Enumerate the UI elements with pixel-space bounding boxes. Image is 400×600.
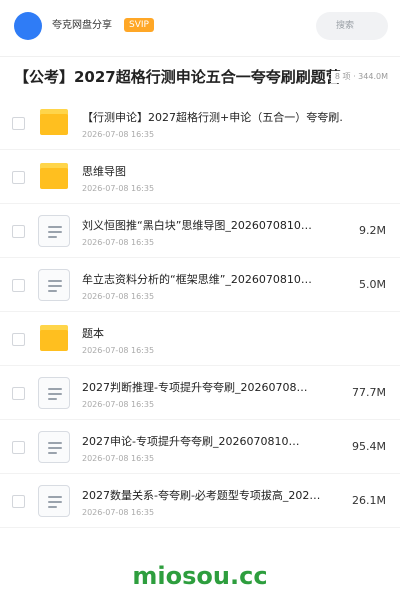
document-icon [38,377,70,409]
row-checkbox[interactable] [12,117,25,130]
file-row[interactable]: 2027数量关系-夸夸刷-必考题型专项拔高_202… 2026-07-08 16… [0,474,400,528]
file-name: 2027数量关系-夸夸刷-必考题型专项拔高_202… [82,489,321,502]
document-icon [38,215,70,247]
share-name: 夸克网盘分享 [52,20,112,31]
file-name: 牟立志资料分析的“框架思维”_2026070810… [82,273,312,286]
document-icon [38,269,70,301]
file-row[interactable]: 牟立志资料分析的“框架思维”_2026070810… 2026-07-08 16… [0,258,400,312]
folder-title-bar: 【公考】2027超格行测申论五合一夸夸刷刷题营 8 项 · 344.0M [0,56,400,96]
file-name: 2027判断推理-专项提升夸夸刷_20260708… [82,381,308,394]
file-size: 26.1M [352,494,386,507]
file-list: 【行测申论】2027超格行测+申论（五合一）夸夸刷… 2026-07-08 16… [0,96,400,528]
file-row[interactable]: 刘义恒图推“黑白块”思维导图_2026070810… 2026-07-08 16… [0,204,400,258]
file-name: 思维导图 [82,165,126,178]
file-row[interactable]: 【行测申论】2027超格行测+申论（五合一）夸夸刷… 2026-07-08 16… [0,96,400,150]
file-date: 2026-07-08 16:35 [82,346,155,355]
file-name: 题本 [82,327,104,340]
file-summary: 8 项 · 344.0M [330,71,388,83]
search-input[interactable]: 搜索 [316,12,388,40]
file-date: 2026-07-08 16:35 [82,454,155,463]
file-name: 刘义恒图推“黑白块”思维导图_2026070810… [82,219,312,232]
watermark: miosou.cc [132,562,268,590]
file-size: 77.7M [352,386,386,399]
file-date: 2026-07-08 16:35 [82,508,155,517]
file-date: 2026-07-08 16:35 [82,130,155,139]
folder-icon [40,163,68,189]
folder-icon [40,325,68,351]
document-icon [38,485,70,517]
file-row[interactable]: 2027判断推理-专项提升夸夸刷_20260708… 2026-07-08 16… [0,366,400,420]
page-title: 【公考】2027超格行测申论五合一夸夸刷刷题营 [14,68,341,86]
avatar[interactable] [14,12,42,40]
file-date: 2026-07-08 16:35 [82,292,155,301]
share-header: 夸克网盘分享 SVIP 搜索 [0,0,400,56]
file-size: 9.2M [359,224,386,237]
row-checkbox[interactable] [12,279,25,292]
row-checkbox[interactable] [12,441,25,454]
file-row[interactable]: 2027申论-专项提升夸夸刷_2026070810… 2026-07-08 16… [0,420,400,474]
file-date: 2026-07-08 16:35 [82,238,155,247]
document-icon [38,431,70,463]
file-name: 2027申论-专项提升夸夸刷_2026070810… [82,435,300,448]
folder-icon [40,109,68,135]
row-checkbox[interactable] [12,333,25,346]
file-row[interactable]: 思维导图 2026-07-08 16:35 [0,150,400,204]
row-checkbox[interactable] [12,225,25,238]
file-size: 5.0M [359,278,386,291]
row-checkbox[interactable] [12,495,25,508]
row-checkbox[interactable] [12,387,25,400]
file-date: 2026-07-08 16:35 [82,184,155,193]
row-checkbox[interactable] [12,171,25,184]
svip-badge: SVIP [124,18,154,32]
file-size: 95.4M [352,440,386,453]
file-date: 2026-07-08 16:35 [82,400,155,409]
file-row[interactable]: 题本 2026-07-08 16:35 [0,312,400,366]
file-name: 【行测申论】2027超格行测+申论（五合一）夸夸刷… [82,111,344,124]
